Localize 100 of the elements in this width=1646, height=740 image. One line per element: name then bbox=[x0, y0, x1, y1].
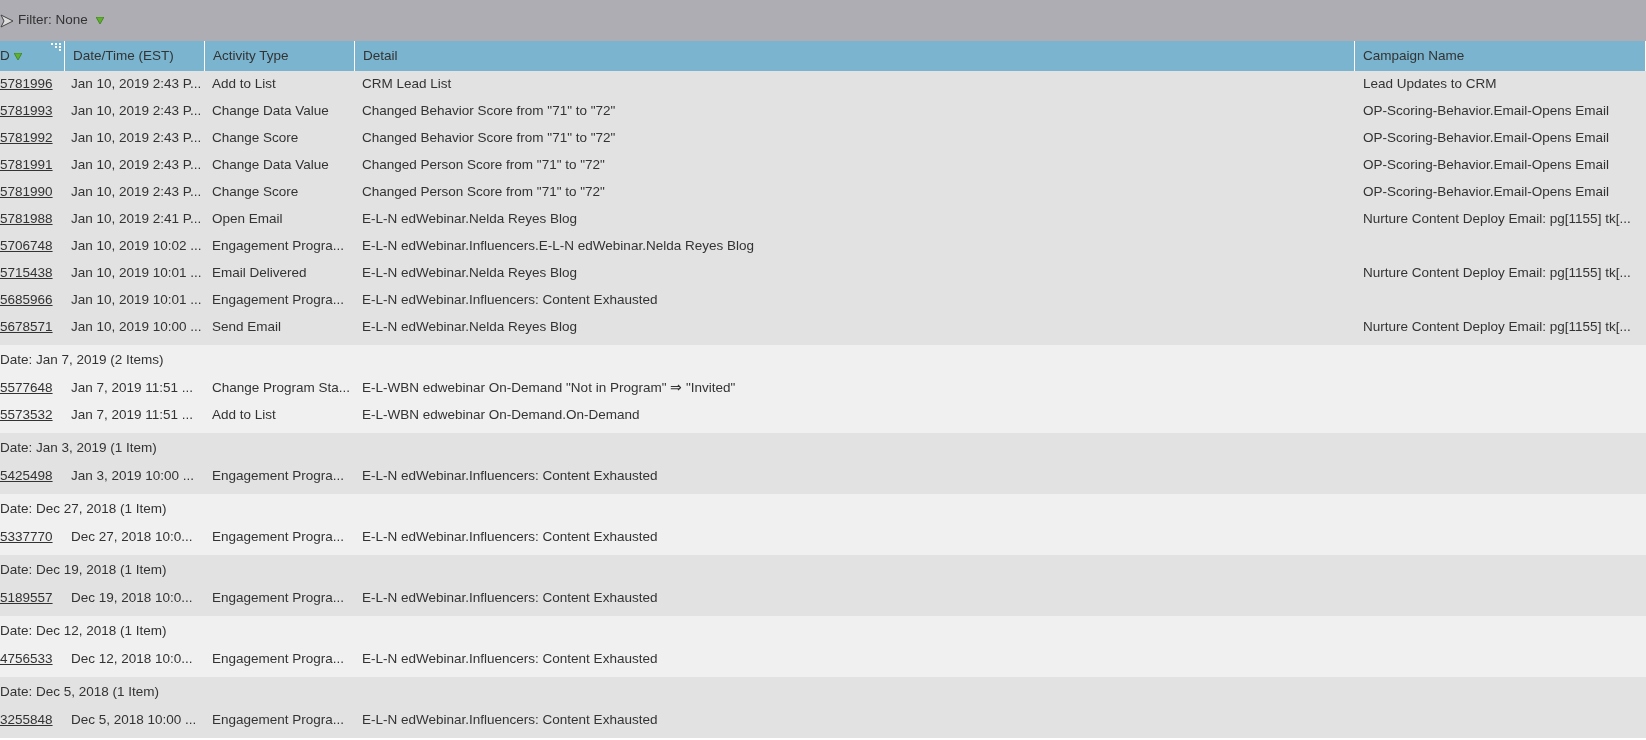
table-cell: Jan 10, 2019 10:01 ... bbox=[71, 292, 202, 308]
group-heading: Date: Dec 27, 2018 (1 Item) bbox=[0, 499, 167, 518]
table-cell: Jan 7, 2019 11:51 ... bbox=[71, 380, 194, 396]
table-row[interactable]: 5577648 Jan 7, 2019 11:51 ... Change Program Sta... E-L-WBN edwebinar On-Demand "Not in Program" ⇒ "Invited" bbox=[0, 375, 1646, 402]
id-link[interactable]: 4756533 bbox=[0, 651, 53, 667]
table-cell: E-L-N edWebinar.Nelda Reyes Blog bbox=[362, 265, 578, 281]
group-heading: Date: Dec 12, 2018 (1 Item) bbox=[0, 621, 167, 640]
table-cell: Change Program Sta... bbox=[212, 380, 351, 396]
id-link[interactable]: 5781996 bbox=[0, 76, 53, 92]
table-cell: Jan 10, 2019 2:43 P... bbox=[71, 130, 202, 146]
table-cell: Jan 10, 2019 10:02 ... bbox=[71, 238, 202, 254]
table-row[interactable]: 5337770 Dec 27, 2018 10:0... Engagement Progra... E-L-N edWebinar.Influencers: Content Exhausted bbox=[0, 524, 1646, 551]
table-cell: Jan 10, 2019 2:43 P... bbox=[71, 157, 202, 173]
table-cell: Jan 10, 2019 2:43 P... bbox=[71, 103, 202, 119]
table-cell: Nurture Content Deploy Email: pg[1155] tk[... bbox=[1363, 265, 1631, 281]
table-cell: Changed Behavior Score from "71" to "72" bbox=[362, 103, 616, 119]
table-row[interactable]: 5678571 Jan 10, 2019 10:00 ... Send Email E-L-N edWebinar.Nelda Reyes Blog Nurture Content Deploy Email: pg[1155] tk[... bbox=[0, 314, 1646, 341]
group-heading: Date: Dec 5, 2018 (1 Item) bbox=[0, 682, 160, 701]
table-row[interactable]: 5781996 Jan 10, 2019 2:43 P... Add to List CRM Lead List Lead Updates to CRM bbox=[0, 71, 1646, 98]
table-row[interactable]: 5781988 Jan 10, 2019 2:41 P... Open Email E-L-N edWebinar.Nelda Reyes Blog Nurture Content Deploy Email: pg[1155] tk[... bbox=[0, 206, 1646, 233]
resize-grip-icon bbox=[51, 43, 61, 51]
id-link[interactable]: 5425498 bbox=[0, 468, 53, 484]
table-row[interactable]: 4756533 Dec 12, 2018 10:0... Engagement Progra... E-L-N edWebinar.Influencers: Content Exhausted bbox=[0, 646, 1646, 673]
id-link[interactable]: 5715438 bbox=[0, 265, 53, 281]
table-cell: E-L-N edWebinar.Influencers: Content Exhausted bbox=[362, 529, 658, 545]
table-row[interactable]: 5685966 Jan 10, 2019 10:01 ... Engagement Progra... E-L-N edWebinar.Influencers: Content Exhausted bbox=[0, 287, 1646, 314]
table-cell: E-L-N edWebinar.Influencers: Content Exhausted bbox=[362, 712, 658, 728]
table-row[interactable]: 5573532 Jan 7, 2019 11:51 ... Add to List E-L-WBN edwebinar On-Demand.On-Demand bbox=[0, 402, 1646, 429]
id-link[interactable]: 5781991 bbox=[0, 157, 53, 173]
table-cell: Nurture Content Deploy Email: pg[1155] tk[... bbox=[1363, 211, 1631, 227]
table-cell: E-L-N edWebinar.Influencers: Content Exhausted bbox=[362, 468, 658, 484]
table-cell: E-L-N edWebinar.Nelda Reyes Blog bbox=[362, 319, 578, 335]
id-link[interactable]: 5781988 bbox=[0, 211, 53, 227]
table-cell: Change Score bbox=[212, 130, 299, 146]
table-cell: E-L-N edWebinar.Influencers.E-L-N edWebinar.Nelda Reyes Blog bbox=[362, 238, 754, 254]
id-link[interactable]: 5577648 bbox=[0, 380, 53, 396]
table-cell: Engagement Progra... bbox=[212, 238, 345, 254]
table-cell: Nurture Content Deploy Email: pg[1155] tk[... bbox=[1363, 319, 1631, 335]
group-heading: Date: Dec 19, 2018 (1 Item) bbox=[0, 560, 167, 579]
table-cell: E-L-WBN edwebinar On-Demand "Not in Program" ⇒ "Invited" bbox=[362, 380, 736, 396]
table-cell: Lead Updates to CRM bbox=[1363, 76, 1497, 92]
id-link[interactable]: 5781993 bbox=[0, 103, 53, 119]
column-label: Detail bbox=[363, 46, 398, 65]
table-cell: Jan 7, 2019 11:51 ... bbox=[71, 407, 194, 423]
id-link[interactable]: 5781992 bbox=[0, 130, 53, 146]
id-link[interactable]: 5573532 bbox=[0, 407, 53, 423]
id-link[interactable]: 3255848 bbox=[0, 712, 53, 728]
table-row[interactable]: 5425498 Jan 3, 2019 10:00 ... Engagement Progra... E-L-N edWebinar.Influencers: Content Exhausted bbox=[0, 463, 1646, 490]
table-cell: Open Email bbox=[212, 211, 283, 227]
table-cell: Changed Person Score from "71" to "72" bbox=[362, 184, 605, 200]
table-cell: CRM Lead List bbox=[362, 76, 452, 92]
table-cell: E-L-WBN edwebinar On-Demand.On-Demand bbox=[362, 407, 640, 423]
funnel-icon bbox=[0, 12, 14, 29]
table-cell: Engagement Progra... bbox=[212, 292, 345, 308]
table-row[interactable]: 5189557 Dec 19, 2018 10:0... Engagement Progra... E-L-N edWebinar.Influencers: Content Exhausted bbox=[0, 585, 1646, 612]
group-heading: Date: Jan 3, 2019 (1 Item) bbox=[0, 438, 157, 457]
table-cell: E-L-N edWebinar.Influencers: Content Exhausted bbox=[362, 590, 658, 606]
id-link[interactable]: 5685966 bbox=[0, 292, 53, 308]
column-label: Date/Time (EST) bbox=[73, 46, 174, 65]
table-row[interactable]: 5715438 Jan 10, 2019 10:01 ... Email Delivered E-L-N edWebinar.Nelda Reyes Blog Nurture Content Deploy Email: pg[1155] tk[... bbox=[0, 260, 1646, 287]
filter-dropdown[interactable]: Filter: None bbox=[18, 10, 104, 31]
table-cell: OP-Scoring-Behavior.Email-Opens Email bbox=[1363, 157, 1610, 173]
table-row[interactable]: 5781993 Jan 10, 2019 2:43 P... Change Data Value Changed Behavior Score from "71" to "72" OP-Scoring-Behavior.Email-Opens Email bbox=[0, 98, 1646, 125]
table-cell: E-L-N edWebinar.Influencers: Content Exhausted bbox=[362, 292, 658, 308]
id-link[interactable]: 5678571 bbox=[0, 319, 53, 335]
table-cell: Jan 10, 2019 10:01 ... bbox=[71, 265, 202, 281]
table-cell: Change Data Value bbox=[212, 103, 329, 119]
group-heading: Date: Jan 7, 2019 (2 Items) bbox=[0, 350, 164, 369]
id-link[interactable]: 5706748 bbox=[0, 238, 53, 254]
id-link[interactable]: 5337770 bbox=[0, 529, 53, 545]
table-row[interactable]: 3255848 Dec 5, 2018 10:00 ... Engagement Progra... E-L-N edWebinar.Influencers: Content Exhausted bbox=[0, 707, 1646, 734]
table-cell: Add to List bbox=[212, 407, 276, 423]
table-cell: Jan 10, 2019 10:00 ... bbox=[71, 319, 202, 335]
table-cell: Jan 3, 2019 10:00 ... bbox=[71, 468, 195, 484]
table-cell: Engagement Progra... bbox=[212, 590, 345, 606]
table-row[interactable]: 5781990 Jan 10, 2019 2:43 P... Change Score Changed Person Score from "71" to "72" OP-Scoring-Behavior.Email-Opens Email bbox=[0, 179, 1646, 206]
id-link[interactable]: 5189557 bbox=[0, 590, 53, 606]
table-cell: Engagement Progra... bbox=[212, 468, 345, 484]
table-cell: Dec 27, 2018 10:0... bbox=[71, 529, 193, 545]
table-cell: Email Delivered bbox=[212, 265, 307, 281]
column-label: D bbox=[0, 46, 10, 65]
table-cell: OP-Scoring-Behavior.Email-Opens Email bbox=[1363, 103, 1610, 119]
table-cell: E-L-N edWebinar.Influencers: Content Exhausted bbox=[362, 651, 658, 667]
table-cell: E-L-N edWebinar.Nelda Reyes Blog bbox=[362, 211, 578, 227]
table-cell: OP-Scoring-Behavior.Email-Opens Email bbox=[1363, 130, 1610, 146]
id-link[interactable]: 5781990 bbox=[0, 184, 53, 200]
table-cell: Changed Person Score from "71" to "72" bbox=[362, 157, 605, 173]
table-cell: Jan 10, 2019 2:43 P... bbox=[71, 76, 202, 92]
table-row[interactable]: 5781992 Jan 10, 2019 2:43 P... Change Score Changed Behavior Score from "71" to "72" OP-Scoring-Behavior.Email-Opens Email bbox=[0, 125, 1646, 152]
column-label: Activity Type bbox=[213, 46, 289, 65]
table-cell: Send Email bbox=[212, 319, 282, 335]
table-cell: Engagement Progra... bbox=[212, 651, 345, 667]
table-row[interactable]: 5706748 Jan 10, 2019 10:02 ... Engagement Progra... E-L-N edWebinar.Influencers.E-L-N edWebinar.Nelda Reyes Blog bbox=[0, 233, 1646, 260]
table-cell: Jan 10, 2019 2:41 P... bbox=[71, 211, 202, 227]
caret-icon bbox=[95, 17, 104, 24]
table-cell: Engagement Progra... bbox=[212, 712, 345, 728]
table-cell: Dec 5, 2018 10:00 ... bbox=[71, 712, 197, 728]
table-cell: Jan 10, 2019 2:43 P... bbox=[71, 184, 202, 200]
table-row[interactable]: 5781991 Jan 10, 2019 2:43 P... Change Data Value Changed Person Score from "71" to "72" OP-Scoring-Behavior.Email-Opens Email bbox=[0, 152, 1646, 179]
table-cell: Change Data Value bbox=[212, 157, 329, 173]
